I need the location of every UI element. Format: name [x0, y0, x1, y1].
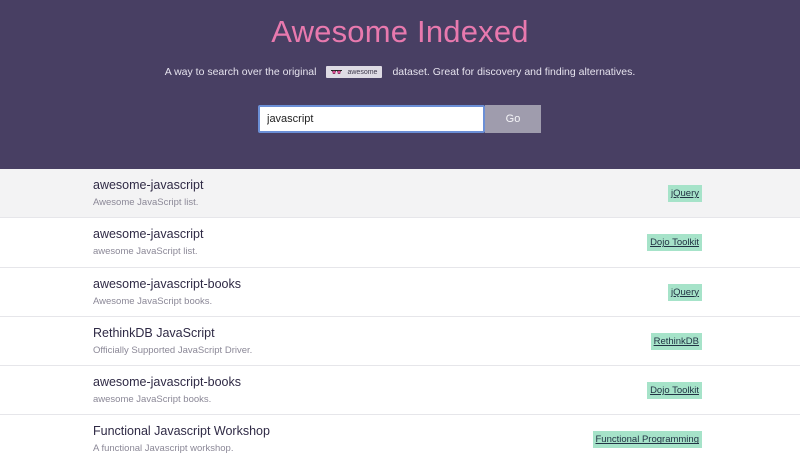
- result-tag-link[interactable]: Dojo Toolkit: [647, 382, 702, 400]
- sunglasses-icon: [331, 70, 343, 74]
- result-name[interactable]: awesome-javascript-books: [93, 277, 241, 291]
- result-name[interactable]: awesome-javascript: [93, 178, 203, 192]
- result-tag-link[interactable]: jQuery: [668, 185, 702, 202]
- result-description: awesome JavaScript books.: [93, 394, 212, 406]
- result-name[interactable]: awesome-javascript-books: [93, 375, 241, 389]
- search-input[interactable]: [258, 105, 485, 133]
- result-description: awesome JavaScript list.: [93, 246, 198, 258]
- results-list: awesome-javascript Awesome JavaScript lis…: [0, 169, 800, 455]
- result-description: Awesome JavaScript list.: [93, 197, 199, 208]
- result-name[interactable]: Functional Javascript Workshop: [93, 424, 270, 438]
- result-name[interactable]: RethinkDB JavaScript: [93, 326, 215, 340]
- result-item[interactable]: awesome-javascript Awesome JavaScript lis…: [0, 169, 800, 219]
- result-description: Officially Supported JavaScript Driver.: [93, 344, 253, 356]
- page-title: Awesome Indexed: [271, 14, 529, 49]
- result-description: Awesome JavaScript books.: [93, 295, 213, 307]
- result-description: A functional Javascript workshop.: [93, 443, 234, 455]
- tagline: A way to search over the original awesom…: [0, 66, 800, 78]
- result-item[interactable]: RethinkDB JavaScript Officially Supported…: [0, 316, 800, 367]
- search-form: Go: [258, 105, 541, 133]
- tagline-text-before: A way to search over the original: [164, 66, 317, 78]
- result-tag-link[interactable]: Dojo Toolkit: [647, 234, 702, 252]
- result-item[interactable]: awesome-javascript-books Awesome JavaScri…: [0, 267, 800, 317]
- result-tag-link[interactable]: jQuery: [668, 283, 702, 301]
- go-button[interactable]: Go: [485, 105, 541, 133]
- result-name[interactable]: awesome-javascript: [93, 227, 203, 241]
- tagline-text-after: dataset. Great for discovery and finding…: [392, 66, 636, 78]
- result-tag-link[interactable]: RethinkDB: [650, 332, 702, 350]
- result-tag-link[interactable]: Functional Programming: [592, 431, 702, 449]
- awesome-badge-label: awesome: [347, 68, 378, 76]
- awesome-badge[interactable]: awesome: [326, 66, 383, 78]
- result-item[interactable]: Functional Javascript Workshop A function…: [0, 415, 800, 455]
- result-item[interactable]: awesome-javascript-books awesome JavaScri…: [0, 366, 800, 416]
- hero-header: Awesome Indexed A way to search over the…: [0, 0, 800, 169]
- result-item[interactable]: awesome-javascript awesome JavaScript lis…: [0, 218, 800, 268]
